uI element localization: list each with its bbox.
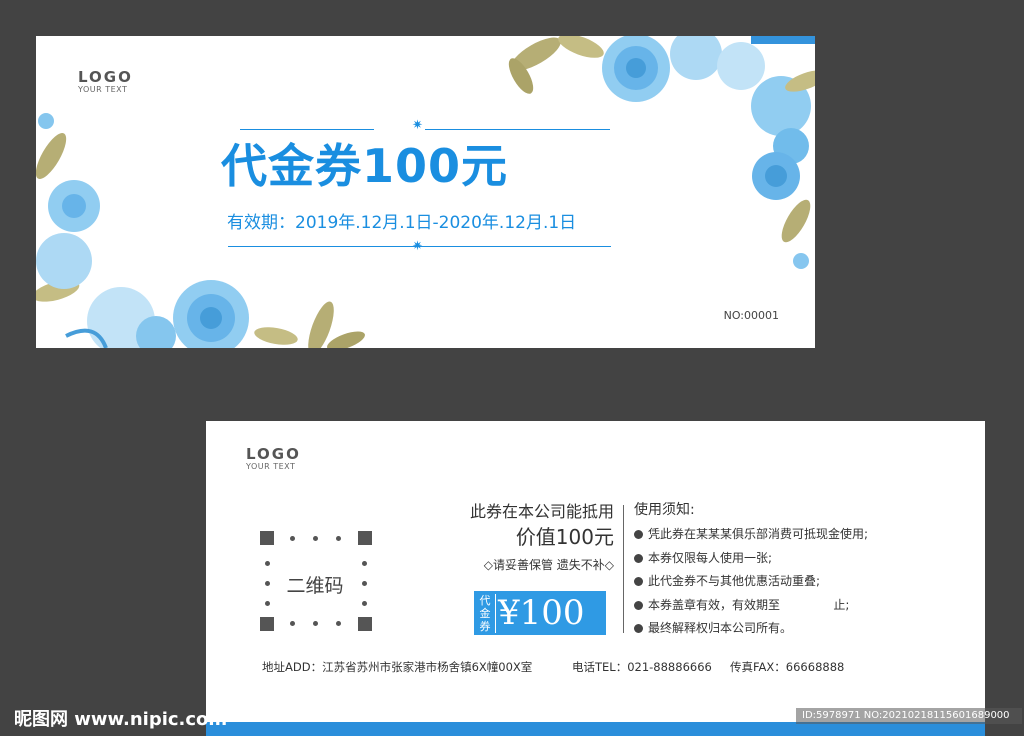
note-item: 最终解释权归本公司所有。 [634, 617, 868, 641]
price-value: ¥100 [498, 593, 585, 633]
qr-dot [313, 536, 318, 541]
address: 地址ADD：江苏省苏州市张家港市杨舍镇6X幢00X室 [262, 660, 533, 674]
site-watermark: 昵图网 www.nipic.com [14, 709, 228, 730]
offset-text: 此券在本公司能抵用 [469, 502, 614, 521]
note-text: 最终解释权归本公司所有。 [648, 621, 793, 635]
vertical-divider [623, 505, 624, 633]
star-icon-bottom: ✷ [412, 239, 423, 254]
care-text: ◇请妥善保管 遗失不补◇ [483, 558, 614, 572]
voucher-value-block: 此券在本公司能抵用 价值100元 ◇请妥善保管 遗失不补◇ [434, 501, 614, 575]
star-icon-top: ✷ [412, 118, 423, 133]
qr-corner [358, 617, 372, 631]
usage-notes: 使用须知: 凭此券在某某某俱乐部消费可抵现金使用; 本券仅限每人使用一张; 此代… [634, 499, 868, 641]
phone: 电话TEL：021-88886666 [572, 660, 712, 674]
qr-dot [290, 621, 295, 626]
bullet-icon [634, 624, 643, 633]
qr-dot [362, 601, 367, 606]
qr-corner [358, 531, 372, 545]
qr-dot [313, 621, 318, 626]
bullet-icon [634, 600, 643, 610]
qr-dot [336, 536, 341, 541]
value-text: 价值100元 [515, 525, 614, 549]
voucher-front: LOGO YOUR TEXT ✷ 代金券100元 有效期：2019年.12月.1… [36, 36, 815, 348]
title-line-top-right [425, 129, 610, 130]
note-text: 本券仅限每人使用一张; [648, 550, 773, 565]
voucher-back: LOGO YOUR TEXT 二维码 此券在本公司能抵用 价值100元 ◇请妥善… [206, 421, 985, 736]
note-item: 本券仅限每人使用一张; [634, 547, 868, 571]
note-item: 本券盖章有效，有效期至 止; [634, 594, 868, 618]
qr-dot [362, 581, 367, 586]
bottom-accent-bar [206, 722, 985, 736]
note-text: 本券盖章有效，有效期至 止; [648, 597, 850, 612]
qr-dot [290, 536, 295, 541]
qr-dot [265, 601, 270, 606]
bullet-icon [634, 577, 643, 586]
note-text: 凭此券在某某某俱乐部消费可抵现金使用; [648, 527, 869, 541]
notes-title: 使用须知: [634, 502, 695, 518]
price-tag: 代金券 [477, 594, 496, 633]
title-line-top-left [240, 129, 374, 130]
bullet-icon [634, 530, 643, 539]
qr-dot [362, 561, 367, 566]
voucher-title: 代金券100元 [221, 139, 509, 193]
validity-period: 有效期：2019年.12月.1日-2020年.12月.1日 [227, 213, 577, 233]
logo-text: LOGO [246, 445, 301, 463]
qr-corner [260, 531, 274, 545]
note-item: 凭此券在某某某俱乐部消费可抵现金使用; [634, 523, 868, 547]
qr-code-placeholder: 二维码 [260, 531, 372, 631]
logo-subtext: YOUR TEXT [78, 85, 128, 94]
price-badge: 代金券 ¥100 [474, 591, 606, 635]
qr-dot [336, 621, 341, 626]
note-text: 此代金券不与其他优惠活动重叠; [648, 574, 821, 588]
logo-subtext: YOUR TEXT [246, 462, 296, 471]
qr-dot [265, 561, 270, 566]
fax: 传真FAX：66668888 [730, 660, 845, 674]
front-logo: LOGO YOUR TEXT [78, 70, 133, 95]
qr-label: 二维码 [286, 575, 344, 597]
serial-number: NO:00001 [723, 309, 779, 322]
qr-corner [260, 617, 274, 631]
bullet-icon [634, 553, 643, 563]
note-item: 此代金券不与其他优惠活动重叠; [634, 570, 868, 594]
qr-dot [265, 581, 270, 586]
back-logo: LOGO YOUR TEXT [246, 447, 301, 472]
logo-text: LOGO [78, 68, 133, 86]
id-watermark: ID:5978971 NO:20210218115601689000 [796, 708, 1022, 724]
